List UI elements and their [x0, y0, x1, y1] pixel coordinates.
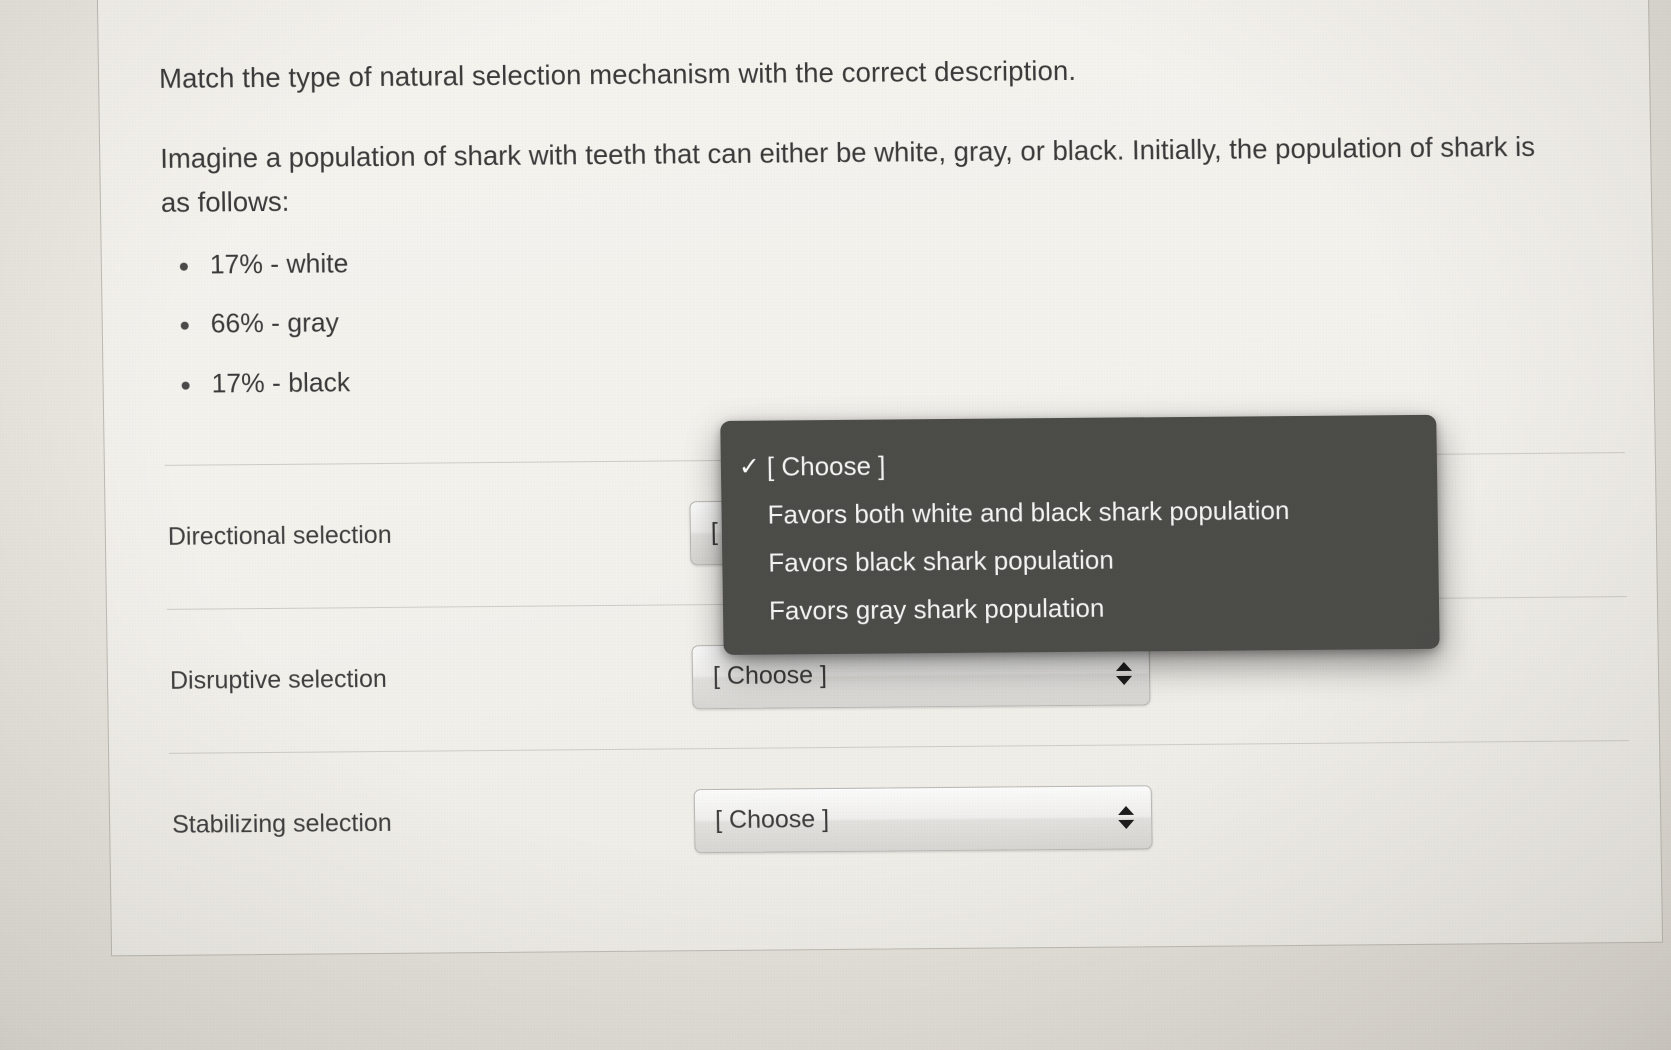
row-label-stabilizing-selection: Stabilizing selection	[171, 808, 392, 839]
menu-item-label: Favors black shark population	[768, 544, 1114, 578]
row-label-disruptive-selection: Disruptive selection	[169, 665, 387, 695]
caret-up-icon	[1115, 661, 1132, 671]
menu-item-label: Favors gray shark population	[768, 592, 1105, 626]
menu-item-favors-white-and-black[interactable]: Favors both white and black shark popula…	[721, 485, 1438, 539]
dropdown-stabilizing-selection[interactable]: [ Choose ]	[693, 784, 1153, 853]
photographed-screen: Match the type of natural selection mech…	[0, 0, 1671, 1050]
list-item: 17% - black	[211, 358, 1623, 398]
caret-up-icon	[1117, 805, 1135, 815]
population-bullet-list: 17% - white 66% - gray 17% - black	[162, 239, 1624, 398]
menu-item-favors-gray[interactable]: Favors gray shark population	[723, 581, 1440, 635]
caret-down-icon	[1116, 675, 1133, 685]
dropdown-value: [ Choose ]	[712, 661, 828, 691]
row-label-directional-selection: Directional selection	[167, 520, 392, 551]
menu-item-label: [ Choose ]	[766, 450, 886, 482]
quiz-question-card: Match the type of natural selection mech…	[96, 0, 1664, 957]
stepper-arrows[interactable]	[1117, 805, 1135, 829]
list-item: 66% - gray	[210, 298, 1623, 338]
table-row: Stabilizing selection [ Choose ]	[169, 740, 1632, 897]
list-item: 17% - white	[210, 239, 1622, 279]
stepper-arrows[interactable]	[1115, 661, 1133, 685]
question-paragraph: Imagine a population of shark with teeth…	[160, 130, 1536, 218]
checkmark-icon: ✓	[738, 452, 761, 481]
question-instruction: Match the type of natural selection mech…	[158, 54, 1077, 94]
caret-down-icon	[1118, 819, 1135, 829]
open-dropdown-menu[interactable]: ✓ [ Choose ] Favors both white and black…	[720, 414, 1440, 656]
dropdown-value: [ Choose ]	[714, 805, 830, 835]
matching-rows: Directional selection [ Choose ] Disrupt…	[164, 414, 1632, 897]
menu-item-favors-black[interactable]: Favors black shark population	[722, 533, 1439, 587]
menu-item-choose[interactable]: ✓ [ Choose ]	[721, 437, 1438, 491]
menu-item-label: Favors both white and black shark popula…	[767, 494, 1290, 530]
